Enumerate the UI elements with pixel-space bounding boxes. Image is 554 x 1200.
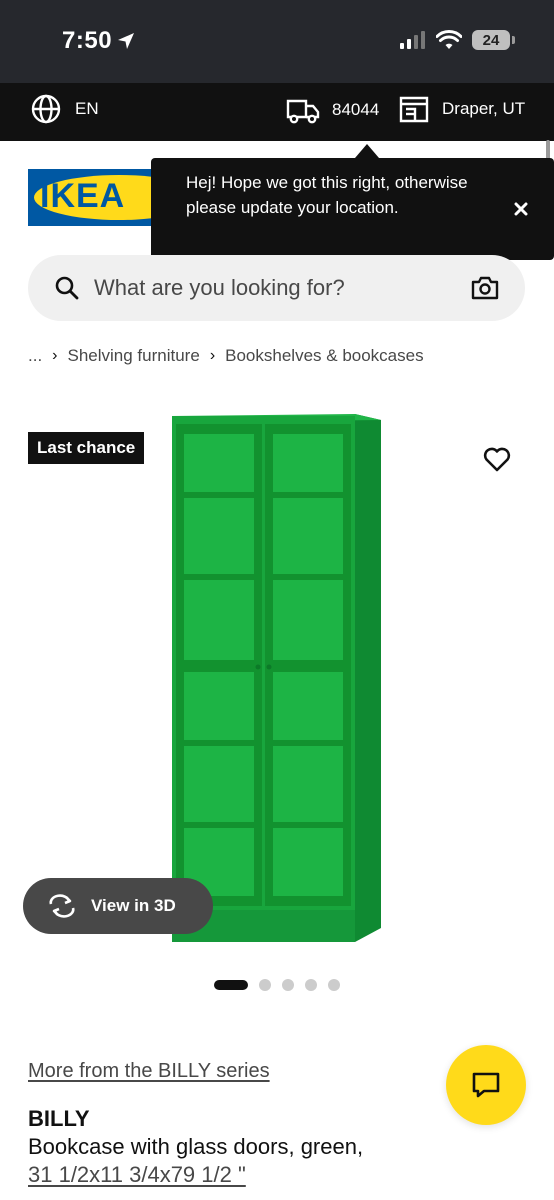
chevron-right-icon: ›	[52, 347, 58, 364]
breadcrumb-ellipsis[interactable]: ...	[28, 346, 42, 366]
store-label: Draper, UT	[442, 99, 526, 118]
chat-button[interactable]	[446, 1045, 526, 1125]
status-time: 7:50	[62, 27, 136, 55]
view-in-3d-label: View in 3D	[91, 896, 176, 915]
status-time-text: 7:50	[62, 27, 113, 54]
carousel-dot-4[interactable]	[305, 979, 317, 991]
close-icon	[514, 202, 528, 216]
carousel-dot-5[interactable]	[328, 979, 340, 991]
globe-icon	[31, 94, 61, 124]
search-icon[interactable]	[54, 275, 80, 301]
status-indicators: 24	[400, 30, 515, 50]
signal-icon	[400, 31, 425, 49]
breadcrumb: ... › Shelving furniture › Bookshelves &…	[28, 346, 424, 366]
view-in-3d-button[interactable]: View in 3D	[23, 878, 213, 934]
status-bar: 7:50 24	[0, 0, 554, 83]
carousel-dot-2[interactable]	[259, 979, 271, 991]
tooltip-arrow	[355, 144, 379, 158]
wifi-icon	[436, 30, 462, 49]
language-selector[interactable]: EN	[31, 94, 99, 124]
tooltip-message: Hej! Hope we got this right, otherwise p…	[186, 173, 468, 217]
store-selector[interactable]: Draper, UT	[399, 95, 525, 123]
camera-icon[interactable]	[471, 275, 499, 301]
battery-indicator: 24	[472, 30, 515, 50]
delivery-postal-code[interactable]: 84044	[286, 95, 379, 125]
search-bar	[28, 255, 525, 321]
search-input[interactable]	[94, 255, 454, 321]
product-size-link[interactable]: 31 1/2x11 3/4x79 1/2 "	[28, 1162, 246, 1188]
postal-code-label: 84044	[332, 100, 380, 119]
location-tooltip: Hej! Hope we got this right, otherwise p…	[151, 144, 554, 260]
logo-text: IKEA	[40, 177, 126, 215]
last-chance-badge: Last chance	[28, 432, 145, 464]
tooltip-close-button[interactable]	[510, 198, 532, 220]
location-arrow-icon	[118, 33, 135, 49]
chevron-right-icon: ›	[209, 347, 216, 364]
product-description: Bookcase with glass doors, green,	[28, 1134, 364, 1159]
location-bar: EN 84044 Draper, UT	[0, 83, 554, 141]
rotate-3d-icon	[49, 894, 75, 918]
carousel-dot-1[interactable]	[214, 980, 248, 990]
store-icon	[399, 96, 429, 123]
carousel-dot-3[interactable]	[282, 979, 294, 991]
heart-icon[interactable]	[482, 444, 512, 474]
product-name: BILLY	[28, 1106, 90, 1131]
chat-icon	[472, 1072, 500, 1098]
breadcrumb-item-shelving[interactable]: Shelving furniture	[68, 346, 200, 366]
language-label: EN	[75, 99, 99, 118]
delivery-truck-icon	[286, 99, 320, 124]
series-link[interactable]: More from the BILLY series	[28, 1060, 270, 1083]
breadcrumb-item-bookshelves[interactable]: Bookshelves & bookcases	[225, 346, 423, 366]
product-image[interactable]	[0, 390, 554, 960]
image-carousel-dots	[0, 978, 554, 992]
